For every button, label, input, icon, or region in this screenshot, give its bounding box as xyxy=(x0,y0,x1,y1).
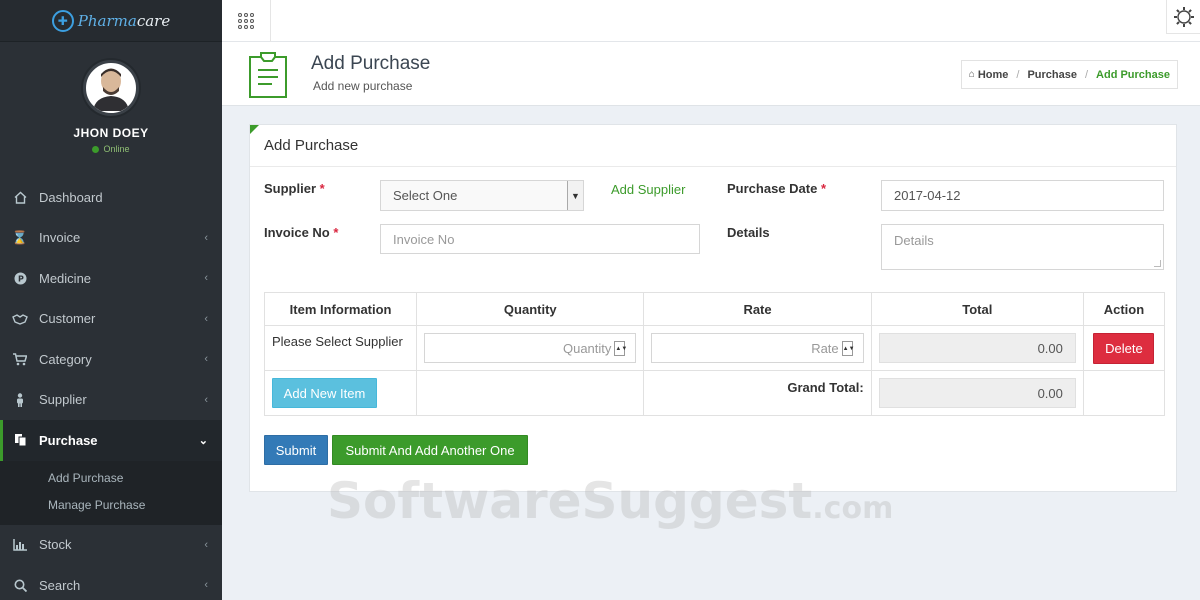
handshake-icon xyxy=(12,311,28,327)
user-avatar-icon xyxy=(93,68,129,111)
details-textarea[interactable]: Details xyxy=(881,224,1164,270)
table-row: Please Select Supplier Quantity ▲▼ Rate … xyxy=(263,325,1166,371)
submenu-manage-purchase[interactable]: Manage Purchase xyxy=(0,492,222,519)
purchase-date-input[interactable]: 2017-04-12 xyxy=(881,180,1164,211)
chevron-down-icon: ▼ xyxy=(567,181,583,210)
add-supplier-link[interactable]: Add Supplier xyxy=(611,182,685,197)
watermark: SoftwareSuggest.com xyxy=(327,472,894,530)
sidebar-item-search[interactable]: Search ‹ xyxy=(0,565,222,600)
col-rate: Rate xyxy=(643,292,872,326)
chevron-left-icon: ‹ xyxy=(204,272,208,285)
breadcrumb-home[interactable]: Home xyxy=(978,69,1009,81)
chevron-down-icon: ⌄ xyxy=(198,434,208,447)
add-purchase-panel: Add Purchase Supplier * Select One ▼ Add… xyxy=(249,124,1177,492)
chevron-left-icon: ‹ xyxy=(204,353,208,366)
sidebar-item-customer[interactable]: Customer ‹ xyxy=(0,299,222,340)
chevron-left-icon: ‹ xyxy=(204,538,208,551)
table-footer-row: Add New Item Grand Total: 0.00 xyxy=(263,370,1166,416)
topbar xyxy=(222,0,1200,42)
sidebar-item-dashboard[interactable]: Dashboard xyxy=(0,177,222,218)
col-quantity: Quantity xyxy=(416,292,645,326)
sidebar-item-invoice[interactable]: ⌛ Invoice ‹ xyxy=(0,218,222,259)
purchase-submenu: Add Purchase Manage Purchase xyxy=(0,460,222,525)
sidebar: ✚ Pharmacare JHON DOEY Online Dashboard xyxy=(0,0,222,600)
quantity-stepper[interactable]: ▲▼ xyxy=(614,341,627,356)
resize-grip-icon[interactable] xyxy=(1154,260,1161,267)
search-icon xyxy=(12,577,28,593)
details-label: Details xyxy=(727,225,770,240)
table-header-row: Item Information Quantity Rate Total Act… xyxy=(263,292,1166,326)
breadcrumb-current: Add Purchase xyxy=(1096,68,1170,81)
invoice-no-label: Invoice No * xyxy=(264,225,339,240)
row-total-field: 0.00 xyxy=(878,333,1076,363)
sidebar-item-supplier[interactable]: Supplier ‹ xyxy=(0,380,222,421)
avatar[interactable] xyxy=(83,60,139,116)
cart-icon xyxy=(12,351,28,367)
user-status: Online xyxy=(92,144,130,154)
settings-button[interactable] xyxy=(1166,0,1200,34)
purchase-date-label: Purchase Date * xyxy=(727,181,827,196)
items-table: Item Information Quantity Rate Total Act… xyxy=(263,292,1166,416)
supplier-label: Supplier * xyxy=(264,181,325,196)
quantity-input[interactable]: Quantity ▲▼ xyxy=(424,333,637,363)
online-dot-icon xyxy=(92,145,100,153)
page-subtitle: Add new purchase xyxy=(313,79,413,93)
grid-dots-icon xyxy=(238,13,254,29)
col-action: Action xyxy=(1082,292,1166,326)
user-name: JHON DOEY xyxy=(73,126,149,140)
rate-input[interactable]: Rate ▲▼ xyxy=(651,333,864,363)
chevron-left-icon: ‹ xyxy=(204,312,208,325)
sidebar-item-medicine[interactable]: P Medicine ‹ xyxy=(0,258,222,299)
grand-total-label: Grand Total: xyxy=(643,370,872,416)
rate-stepper[interactable]: ▲▼ xyxy=(841,341,855,356)
svg-text:P: P xyxy=(18,274,24,283)
invoice-no-input[interactable]: Invoice No xyxy=(380,224,700,254)
col-item-information: Item Information xyxy=(263,292,418,326)
panel-title: Add Purchase xyxy=(250,125,1176,167)
submit-button[interactable]: Submit xyxy=(264,435,328,465)
breadcrumb: ⌂ Home / Purchase / Add Purchase xyxy=(960,60,1178,89)
sidebar-item-stock[interactable]: Stock ‹ xyxy=(0,525,222,566)
person-icon xyxy=(12,392,28,408)
home-icon: ⌂ xyxy=(968,69,975,80)
grid-menu-button[interactable] xyxy=(222,0,271,42)
pill-icon: P xyxy=(12,270,28,286)
brand-logo[interactable]: ✚ Pharmacare xyxy=(0,0,222,42)
sidebar-item-category[interactable]: Category ‹ xyxy=(0,339,222,380)
add-new-item-button[interactable]: Add New Item xyxy=(272,378,377,408)
status-label: Online xyxy=(103,144,130,154)
user-panel: JHON DOEY Online xyxy=(0,42,222,177)
gear-icon xyxy=(1173,6,1194,27)
content-header: Add Purchase Add new purchase ⌂ Home / P… xyxy=(222,42,1200,106)
copy-icon xyxy=(12,432,28,448)
breadcrumb-purchase[interactable]: Purchase xyxy=(1027,69,1077,81)
clipboard-icon xyxy=(249,52,287,98)
delete-row-button[interactable]: Delete xyxy=(1093,332,1155,364)
col-total: Total xyxy=(870,292,1084,326)
sidebar-item-purchase[interactable]: Purchase ⌄ xyxy=(0,420,222,461)
supplier-select[interactable]: Select One ▼ xyxy=(380,180,584,211)
submenu-add-purchase[interactable]: Add Purchase xyxy=(0,465,222,492)
brand-name: Pharmacare xyxy=(77,11,171,30)
chevron-left-icon: ‹ xyxy=(204,579,208,592)
page-title: Add Purchase xyxy=(311,53,431,74)
home-icon xyxy=(12,189,28,205)
chevron-left-icon: ‹ xyxy=(204,231,208,244)
item-info-cell: Please Select Supplier xyxy=(263,325,418,371)
chevron-left-icon: ‹ xyxy=(204,393,208,406)
logo-icon: ✚ xyxy=(51,9,74,32)
submit-and-add-another-button[interactable]: Submit And Add Another One xyxy=(332,435,528,465)
chart-icon xyxy=(12,537,28,553)
sidebar-menu: Dashboard ⌛ Invoice ‹ P Medicine ‹ Custo… xyxy=(0,177,222,600)
hourglass-icon: ⌛ xyxy=(11,229,29,245)
grand-total-field: 0.00 xyxy=(878,378,1076,408)
